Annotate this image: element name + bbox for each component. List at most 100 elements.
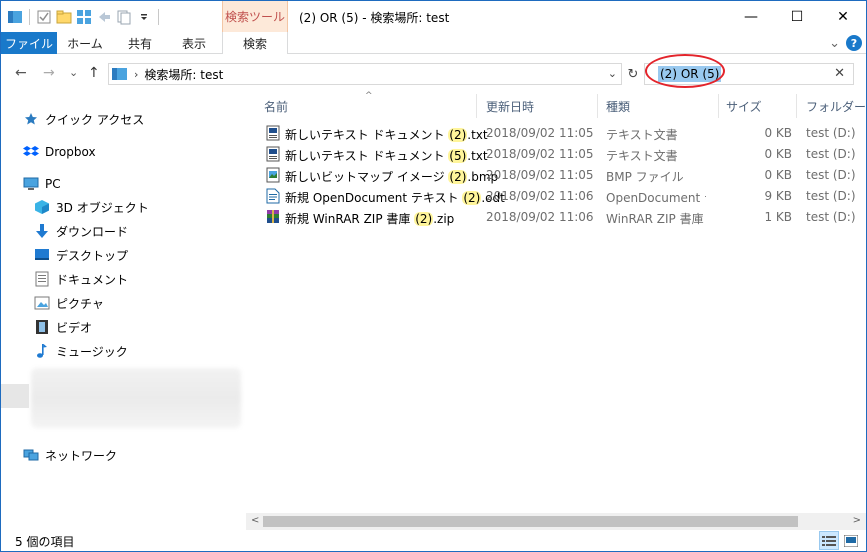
breadcrumb[interactable]: 検索場所: test [144, 66, 223, 83]
refresh-button[interactable]: ↻ [624, 63, 642, 85]
up-button[interactable]: ↑ [88, 65, 100, 81]
file-type: WinRAR ZIP 書庫 [606, 212, 704, 226]
tab-view[interactable]: 表示 [172, 32, 216, 54]
move-to-icon[interactable] [96, 9, 112, 25]
expand-ribbon-icon[interactable]: ⌄ [829, 36, 840, 51]
tab-search[interactable]: 検索 [222, 32, 288, 55]
nav-label: PC [45, 177, 61, 191]
nav-dropbox[interactable]: Dropbox [23, 142, 96, 162]
file-size: 0 KB [764, 168, 792, 182]
nav-pictures[interactable]: ピクチャ [34, 293, 104, 313]
nav-videos[interactable]: ビデオ [34, 317, 92, 337]
nav-pc[interactable]: PC [23, 174, 61, 194]
nav-label: ミュージック [56, 344, 128, 359]
file-size: 0 KB [764, 147, 792, 161]
sort-ascending-icon: ^ [365, 91, 373, 101]
file-name: 新規 OpenDocument テキスト (2).odt [285, 191, 505, 205]
close-button[interactable]: ✕ [820, 1, 866, 32]
chevron-right-icon: › [134, 67, 139, 81]
customize-toolbar-icon[interactable] [136, 9, 152, 25]
match-highlight: (2) [448, 170, 468, 184]
minimize-button[interactable]: — [728, 1, 774, 32]
address-bar[interactable]: › 検索場所: test ⌄ [108, 63, 622, 85]
column-divider[interactable] [718, 94, 719, 118]
file-folder: test (D:) [806, 126, 856, 140]
ribbon-controls: ⌄ ? [829, 35, 862, 51]
nav-3d-objects[interactable]: 3D オブジェクト [34, 197, 149, 217]
tab-file[interactable]: ファイル [1, 32, 57, 54]
column-divider[interactable] [796, 94, 797, 118]
file-row[interactable]: 新しいテキスト ドキュメント (2).txt 2018/09/02 11:05 … [246, 123, 866, 144]
explorer-window: 検索ツール (2) OR (5) - 検索場所: test — ☐ ✕ ファイル… [0, 0, 867, 552]
column-header-name[interactable]: 名前 [264, 94, 288, 118]
quick-access-toolbar [7, 7, 161, 27]
clear-search-icon[interactable]: ✕ [834, 66, 845, 81]
horizontal-scrollbar[interactable]: < > [246, 513, 866, 530]
ribbon-tabs: ファイル ホーム 共有 表示 検索 ⌄ ? [1, 32, 866, 55]
file-date: 2018/09/02 11:05 [486, 147, 594, 161]
copy-to-icon[interactable] [116, 9, 132, 25]
picture-icon [34, 295, 50, 311]
folder-window-icon [7, 9, 23, 25]
column-header-date[interactable]: 更新日時 [486, 94, 534, 118]
file-name: 新規 WinRAR ZIP 書庫 (2).zip [285, 212, 455, 226]
large-icons-view-icon [844, 534, 858, 547]
column-header-type[interactable]: 種類 [606, 94, 630, 118]
tab-share[interactable]: 共有 [118, 32, 162, 54]
file-row[interactable]: 新規 WinRAR ZIP 書庫 (2).zip 2018/09/02 11:0… [246, 207, 866, 228]
file-folder: test (D:) [806, 189, 856, 203]
nav-label: デスクトップ [56, 248, 129, 263]
column-header-folder[interactable]: フォルダー [806, 94, 866, 118]
properties-icon[interactable] [36, 9, 52, 25]
details-view-button[interactable] [819, 531, 839, 550]
nav-downloads[interactable]: ダウンロード [34, 221, 128, 241]
match-highlight: (2) [462, 191, 482, 205]
column-divider[interactable] [597, 94, 598, 118]
back-button[interactable]: ← [15, 65, 27, 81]
match-highlight: (5) [448, 149, 468, 163]
odt-icon [265, 188, 281, 204]
column-header-size[interactable]: サイズ [726, 94, 762, 118]
maximize-button[interactable]: ☐ [774, 1, 820, 32]
tab-home[interactable]: ホーム [63, 32, 107, 54]
file-date: 2018/09/02 11:05 [486, 168, 594, 182]
toolbar-separator [29, 9, 30, 25]
scroll-left-icon[interactable]: < [251, 515, 259, 526]
help-icon[interactable]: ? [846, 35, 862, 51]
star-icon [23, 111, 39, 127]
layout-icon[interactable] [76, 9, 92, 25]
redacted-selection [1, 384, 29, 408]
nav-music[interactable]: ミュージック [34, 341, 128, 361]
redacted-items [31, 368, 241, 428]
computer-icon [23, 176, 39, 192]
file-name: 新しいテキスト ドキュメント (2).txt [285, 128, 488, 142]
window-title: (2) OR (5) - 検索場所: test [299, 11, 450, 25]
bitmap-icon [265, 167, 281, 183]
search-folder-icon [112, 67, 128, 81]
file-row[interactable]: 新しいテキスト ドキュメント (5).txt 2018/09/02 11:05 … [246, 144, 866, 165]
nav-label: ビデオ [56, 320, 93, 335]
file-name: 新しいテキスト ドキュメント (5).txt [285, 149, 488, 163]
forward-button[interactable]: → [43, 65, 55, 81]
nav-documents[interactable]: ドキュメント [34, 269, 128, 289]
file-row[interactable]: 新しいビットマップ イメージ (2).bmp 2018/09/02 11:05 … [246, 165, 866, 186]
recent-locations-button[interactable]: ⌄ [69, 66, 78, 79]
nav-label: クイック アクセス [45, 112, 145, 127]
match-highlight: (2) [448, 128, 468, 142]
nav-quick-access[interactable]: クイック アクセス [23, 109, 144, 129]
scrollbar-thumb[interactable] [263, 516, 798, 527]
network-icon [23, 447, 39, 463]
nav-desktop[interactable]: デスクトップ [34, 245, 128, 265]
document-icon [34, 271, 50, 287]
winrar-icon [265, 209, 281, 225]
file-row[interactable]: 新規 OpenDocument テキスト (2).odt 2018/09/02 … [246, 186, 866, 207]
nav-label: ピクチャ [56, 296, 104, 311]
address-dropdown-icon[interactable]: ⌄ [608, 67, 617, 80]
new-folder-icon[interactable] [56, 9, 72, 25]
column-divider[interactable] [476, 94, 477, 118]
match-highlight: (2) [414, 212, 434, 226]
file-folder: test (D:) [806, 210, 856, 224]
large-icons-view-button[interactable] [841, 531, 861, 550]
nav-network[interactable]: ネットワーク [23, 445, 117, 465]
scroll-right-icon[interactable]: > [853, 515, 861, 526]
